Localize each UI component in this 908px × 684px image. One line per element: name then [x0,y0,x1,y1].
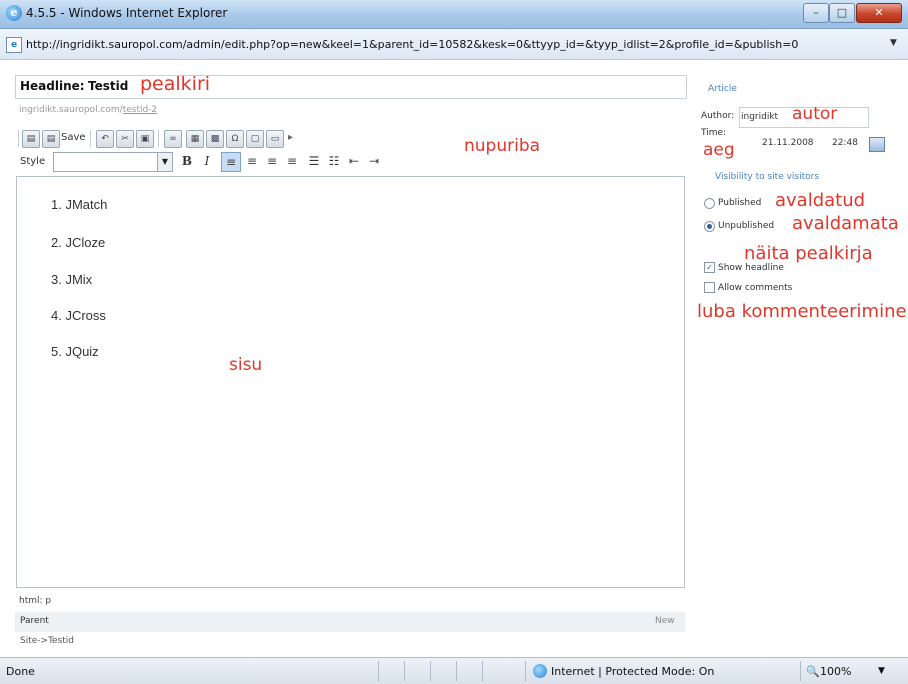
author-label: Author: [701,111,735,121]
maximize-button[interactable]: □ [829,3,855,23]
status-bar: Done Internet | Protected Mode: On 🔍 100… [0,657,908,684]
annotation-nupuriba: nupuriba [464,136,541,156]
unpublished-label[interactable]: Unpublished [718,221,774,231]
show-headline-label[interactable]: Show headline [718,263,784,273]
save-icon[interactable]: ▤ [22,130,40,148]
calendar-icon[interactable] [869,137,885,152]
style-label: Style [20,156,46,167]
status-divider [430,661,431,681]
toolbar-separator [90,130,91,147]
status-text: Done [6,665,35,678]
toolbar-separator [18,130,19,147]
page-icon: e [6,37,22,53]
annotation-naita-pealkirja: näita pealkirja [744,243,873,264]
list-item: 1. JMatch [51,197,108,212]
ie-icon: e [6,5,22,21]
zoom-icon[interactable]: 🔍 [806,665,820,678]
window-titlebar: e 4.5.5 - Windows Internet Explorer – □ … [0,0,908,29]
annotation-pealkiri: pealkiri [140,73,211,95]
cut-icon[interactable]: ✂ [116,130,134,148]
page-url-link[interactable]: testid-2 [123,105,157,115]
undo-icon[interactable]: ↶ [96,130,114,148]
zoom-level[interactable]: 100% [820,665,851,678]
time-input[interactable]: 22:48 [832,138,858,148]
element-path: html: p [19,596,52,606]
status-divider [525,661,526,681]
article-link[interactable]: Article [708,84,737,94]
align-center-button[interactable]: ≡ [243,152,261,170]
chevron-down-icon[interactable]: ▼ [157,153,172,171]
save-button[interactable]: Save [61,132,86,143]
show-headline-checkbox[interactable]: ✓ [704,262,715,273]
indent-button[interactable]: ⇥ [365,152,383,170]
content-editor[interactable]: 1. JMatch 2. JCloze 3. JMix 4. JCross 5.… [16,176,685,588]
paste-icon[interactable]: ▣ [136,130,154,148]
align-right-button[interactable]: ≡ [263,152,281,170]
parent-label: Parent [20,616,49,626]
address-bar[interactable]: e http://ingridikt.sauropol.com/admin/ed… [0,29,908,60]
close-button[interactable]: ✕ [856,3,902,23]
annotation-aeg: aeg [703,140,735,160]
annotation-avaldatud: avaldatud [775,190,866,211]
list-item: 5. JQuiz [51,344,99,359]
headline-label: Headline: [20,79,85,93]
status-divider [800,661,801,681]
justify-button[interactable]: ≡ [283,152,301,170]
page-url: ingridikt.sauropol.com/testid-2 [19,105,157,115]
align-left-button[interactable]: ≡ [221,152,241,172]
unpublished-radio[interactable] [704,221,715,232]
author-input[interactable]: ingridikt [741,112,778,122]
style-select[interactable]: ▼ [53,152,173,172]
allow-comments-label[interactable]: Allow comments [718,283,792,293]
image-icon[interactable]: ▩ [206,130,224,148]
status-divider [456,661,457,681]
toolbar-separator [158,130,159,147]
published-radio[interactable] [704,198,715,209]
italic-button[interactable]: I [198,152,216,170]
annotation-luba-kommenteerimine: luba kommenteerimine [697,301,907,322]
published-label[interactable]: Published [718,198,761,208]
address-url[interactable]: http://ingridikt.sauropol.com/admin/edit… [26,38,798,51]
parent-bar: Parent New [15,612,685,632]
headline-input[interactable]: Testid [88,79,128,93]
visibility-title: Visibility to site visitors [715,172,820,182]
page-url-base: ingridikt.sauropol.com/ [19,105,123,115]
special-char-icon[interactable]: Ω [226,130,244,148]
date-input[interactable]: 21.11.2008 [762,138,814,148]
window-title: 4.5.5 - Windows Internet Explorer [26,6,228,20]
bold-button[interactable]: B [178,152,196,170]
annotation-sisu: sisu [229,355,263,375]
time-label: Time: [701,128,727,138]
more-icon[interactable]: ▸ [288,132,293,143]
link-icon[interactable]: ∞ [164,130,182,148]
globe-icon [533,664,547,678]
parent-value: Site->Testid [20,636,75,646]
flash-icon[interactable]: ▢ [246,130,264,148]
status-divider [482,661,483,681]
source-icon[interactable]: ▭ [266,130,284,148]
address-dropdown-icon[interactable]: ▼ [890,38,897,48]
minimize-button[interactable]: – [803,3,829,23]
annotation-autor: autor [792,104,838,124]
parent-new-link[interactable]: New [655,616,675,626]
list-item: 4. JCross [51,308,106,323]
security-zone[interactable]: Internet | Protected Mode: On [551,665,714,678]
save-as-icon[interactable]: ▤ [42,130,60,148]
list-item: 3. JMix [51,272,93,287]
status-divider [378,661,379,681]
numbered-list-button[interactable]: ☷ [325,152,343,170]
bullet-list-button[interactable]: ☰ [305,152,323,170]
annotation-avaldamata: avaldamata [792,213,899,234]
table-icon[interactable]: ▦ [186,130,204,148]
chevron-down-icon[interactable]: ▼ [878,666,885,676]
status-divider [404,661,405,681]
outdent-button[interactable]: ⇤ [345,152,363,170]
allow-comments-checkbox[interactable] [704,282,715,293]
list-item: 2. JCloze [51,235,106,250]
